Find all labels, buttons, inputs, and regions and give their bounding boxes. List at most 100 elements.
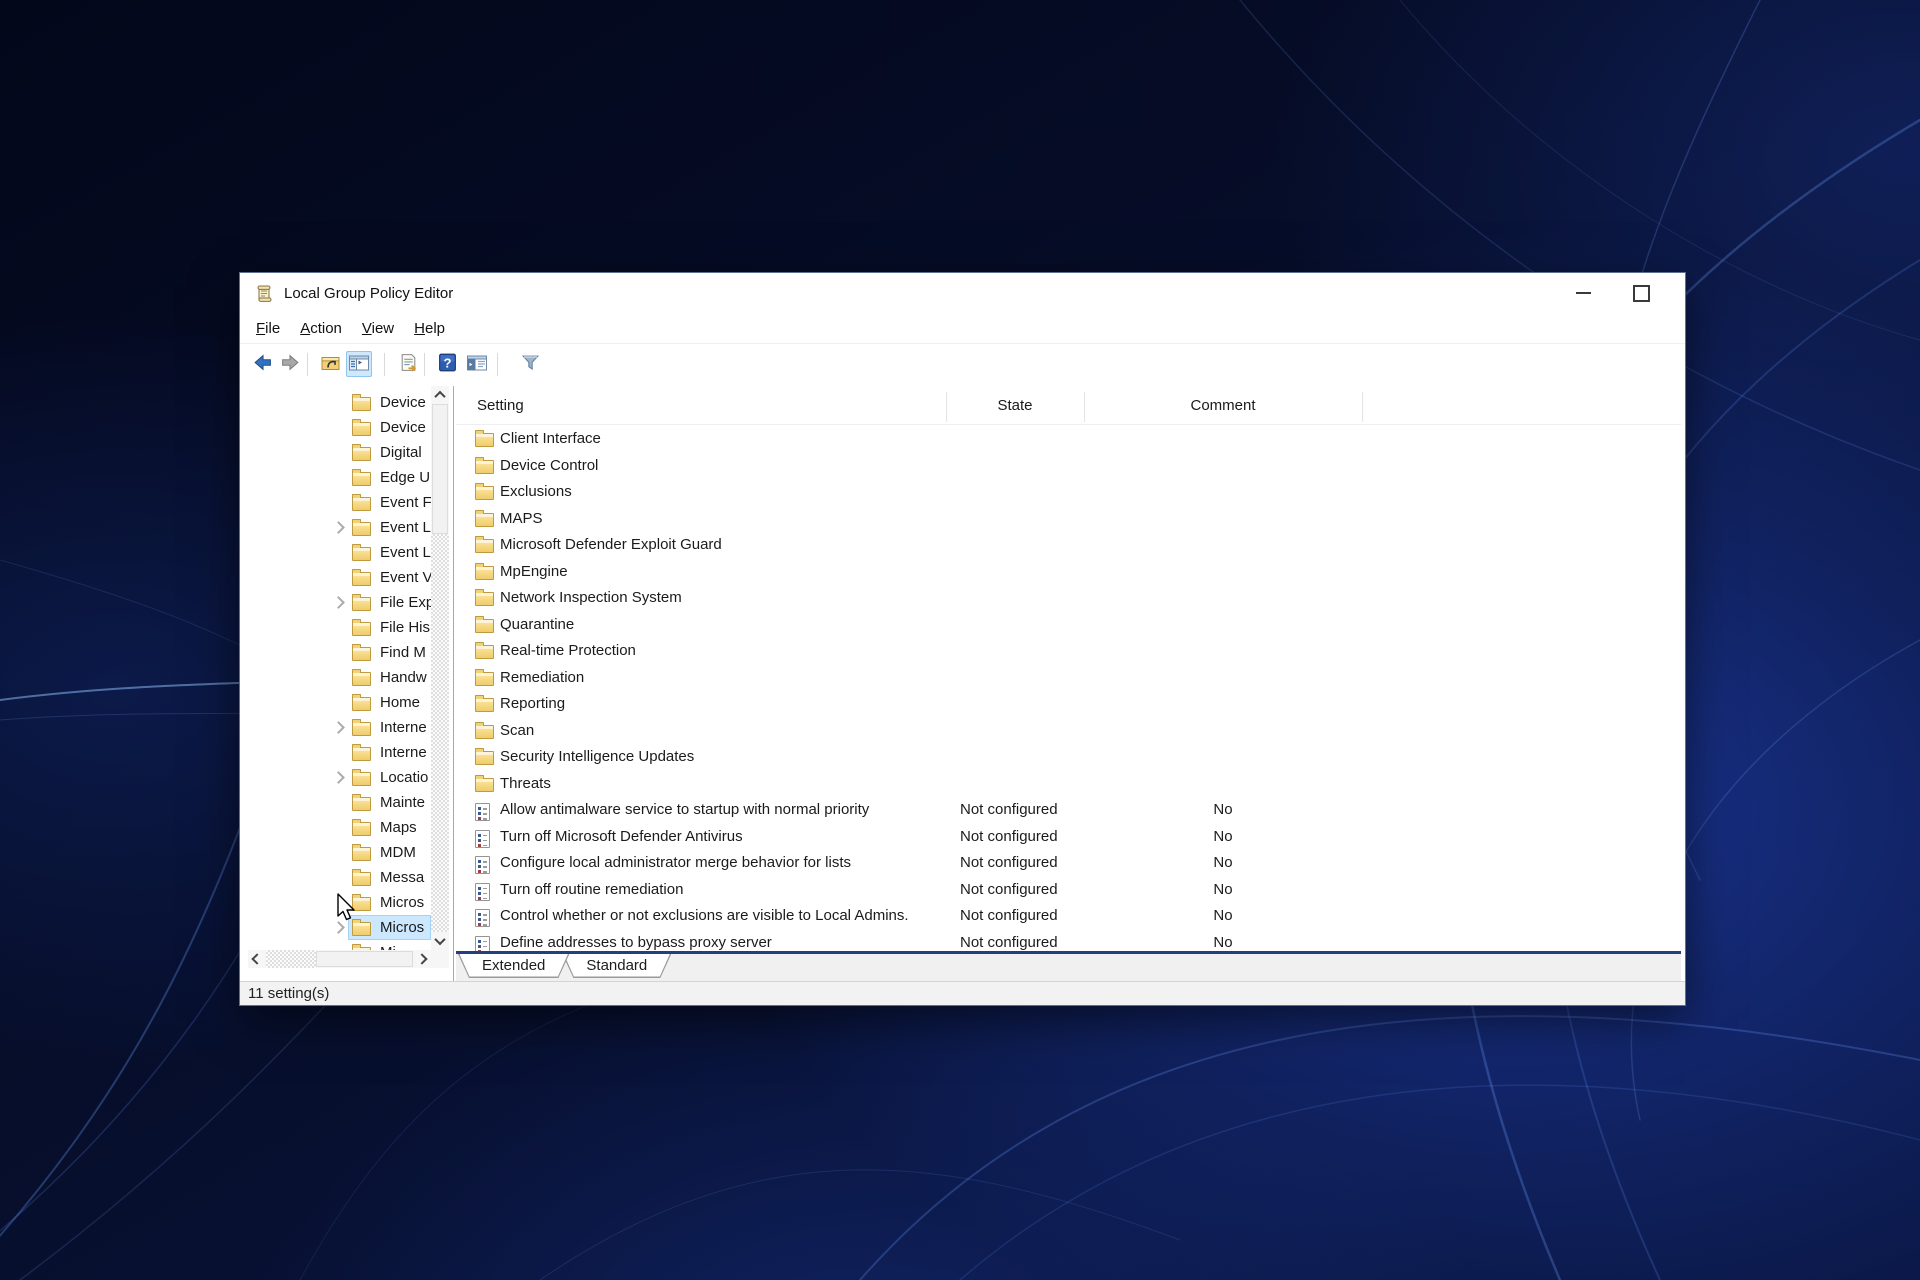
tree-item[interactable]: Device [248, 390, 431, 415]
tree-vertical-scrollbar[interactable] [431, 386, 449, 950]
scroll-right-button[interactable] [413, 950, 431, 968]
tree-item[interactable]: File His [248, 615, 431, 640]
list-row-folder[interactable]: MAPS [456, 506, 1681, 533]
tree-item[interactable]: Mi [248, 940, 431, 950]
folder-icon [352, 872, 371, 886]
tree-item[interactable]: File Exp [248, 590, 431, 615]
console-tree-button[interactable] [346, 351, 372, 377]
up-folder-button[interactable] [318, 351, 344, 377]
column-header-state[interactable]: State [946, 390, 1084, 422]
tree-item[interactable]: Event L [248, 540, 431, 565]
scroll-down-button[interactable] [431, 932, 449, 950]
tree-item-label: Event L [380, 515, 431, 540]
list-row-folder[interactable]: MpEngine [456, 559, 1681, 586]
list-row-folder[interactable]: Security Intelligence Updates [456, 744, 1681, 771]
tree-item[interactable]: Maps [248, 815, 431, 840]
tree-item-body: Device [348, 415, 431, 440]
filter-button[interactable] [517, 351, 543, 377]
tree-item[interactable]: Event F [248, 490, 431, 515]
list-row-folder[interactable]: Remediation [456, 665, 1681, 692]
tree-item-label: Micros [380, 915, 424, 940]
list-row-folder[interactable]: Real-time Protection [456, 638, 1681, 665]
list-row-folder[interactable]: Device Control [456, 453, 1681, 480]
column-header-setting[interactable]: Setting [477, 390, 524, 422]
list-row-folder[interactable]: Client Interface [456, 426, 1681, 453]
setting-name: Turn off Microsoft Defender Antivirus [500, 824, 743, 851]
list-row-folder[interactable]: Microsoft Defender Exploit Guard [456, 532, 1681, 559]
forward-button[interactable] [277, 351, 303, 377]
chevron-right-icon[interactable] [332, 771, 345, 784]
setting-icon [475, 936, 490, 952]
tree-item-label: Device [380, 415, 426, 440]
tree-item[interactable]: Locatio [248, 765, 431, 790]
chevron-right-icon[interactable] [332, 521, 345, 534]
column-separator[interactable] [1362, 392, 1363, 422]
vertical-scroll-track[interactable] [431, 534, 449, 932]
tree-item[interactable]: Digital [248, 440, 431, 465]
comment-value: No [1084, 824, 1362, 851]
maximize-button[interactable] [1616, 273, 1666, 313]
chevron-right-icon[interactable] [332, 596, 345, 609]
list-row-folder[interactable]: Scan [456, 718, 1681, 745]
list-row-folder[interactable]: Quarantine [456, 612, 1681, 639]
tree-item[interactable]: Event V [248, 565, 431, 590]
tab-standard[interactable]: Standard [562, 954, 671, 978]
setting-name: MAPS [500, 506, 543, 533]
tree-item[interactable]: Home [248, 690, 431, 715]
horizontal-scroll-thumb[interactable] [316, 951, 413, 967]
comment-value: No [1084, 930, 1362, 952]
list-row-setting[interactable]: Control whether or not exclusions are vi… [456, 903, 1681, 930]
list-row-setting[interactable]: Configure local administrator merge beha… [456, 850, 1681, 877]
list-row-setting[interactable]: Allow antimalware service to startup wit… [456, 797, 1681, 824]
setting-name: Quarantine [500, 612, 574, 639]
tree-item[interactable]: Interne [248, 715, 431, 740]
folder-icon [352, 772, 371, 786]
help-button[interactable]: ? [434, 351, 460, 377]
minimize-button[interactable] [1558, 273, 1608, 313]
window-pane-button[interactable] [464, 351, 490, 377]
tree-item[interactable]: Mainte [248, 790, 431, 815]
tree-item[interactable]: Interne [248, 740, 431, 765]
list-row-folder[interactable]: Network Inspection System [456, 585, 1681, 612]
comment-value: No [1084, 903, 1362, 930]
list-row-setting[interactable]: Turn off Microsoft Defender AntivirusNot… [456, 824, 1681, 851]
chevron-right-icon[interactable] [332, 721, 345, 734]
toolbar-separator [384, 353, 385, 376]
menu-item-file[interactable]: File [246, 315, 290, 343]
folder-icon [475, 592, 494, 606]
tree-item[interactable]: Edge U [248, 465, 431, 490]
list-row-folder[interactable]: Threats [456, 771, 1681, 798]
tree-item-label: Digital [380, 440, 422, 465]
tab-extended-active[interactable]: Extended [458, 954, 569, 978]
column-header-comment[interactable]: Comment [1084, 390, 1362, 422]
menu-item-help[interactable]: Help [404, 315, 455, 343]
tree-item-body: Digital [348, 440, 431, 465]
tree-item[interactable]: Device [248, 415, 431, 440]
setting-name: Exclusions [500, 479, 572, 506]
tree-item-label: File His [380, 615, 430, 640]
scroll-right-icon [416, 953, 427, 964]
tree-horizontal-scrollbar[interactable] [248, 950, 431, 968]
tree-item-body: Micros [348, 915, 431, 940]
column-separator[interactable] [946, 392, 947, 422]
tree-item[interactable]: Find M [248, 640, 431, 665]
list-row-setting[interactable]: Turn off routine remediationNot configur… [456, 877, 1681, 904]
tree-item[interactable]: Messa [248, 865, 431, 890]
vertical-scroll-thumb[interactable] [432, 404, 448, 534]
export-list-button[interactable] [395, 351, 421, 377]
tree-item[interactable]: MDM [248, 840, 431, 865]
tree-item-label: MDM [380, 840, 416, 865]
scroll-left-button[interactable] [248, 950, 266, 968]
list-row-folder[interactable]: Reporting [456, 691, 1681, 718]
tree-item[interactable]: Handw [248, 665, 431, 690]
back-button[interactable] [249, 351, 275, 377]
tree-item[interactable]: Event L [248, 515, 431, 540]
menu-item-view[interactable]: View [352, 315, 404, 343]
list-row-folder[interactable]: Exclusions [456, 479, 1681, 506]
column-separator[interactable] [1084, 392, 1085, 422]
menu-item-action[interactable]: Action [290, 315, 352, 343]
scroll-up-button[interactable] [431, 386, 449, 404]
setting-name: Client Interface [500, 426, 601, 453]
list-row-setting[interactable]: Define addresses to bypass proxy serverN… [456, 930, 1681, 952]
horizontal-scroll-track[interactable] [266, 950, 316, 968]
